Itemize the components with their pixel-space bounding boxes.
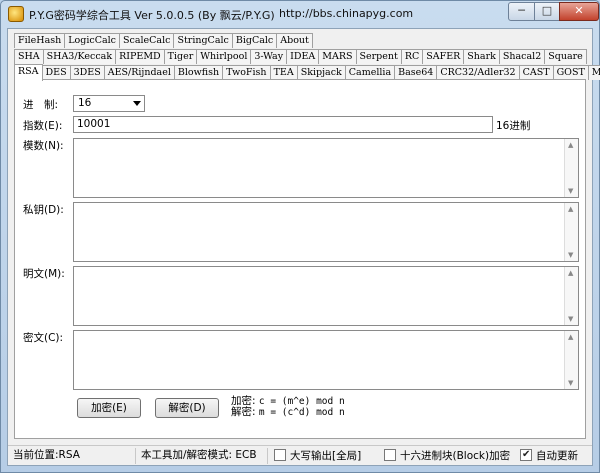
ciphertext-scrollbar[interactable]: ▲ ▼ bbox=[564, 331, 578, 389]
tab-gost[interactable]: GOST bbox=[552, 65, 589, 80]
ciphertext-textarea[interactable]: ▲ ▼ bbox=[73, 330, 579, 390]
ciphertext-label: 密文(C): bbox=[23, 332, 64, 344]
app-window: P.Y.G密码学综合工具 Ver 5.0.0.5 (By 飘云/P.Y.G) h… bbox=[0, 0, 600, 473]
tab-twofish[interactable]: TwoFish bbox=[222, 65, 271, 80]
radix-select[interactable]: 16 bbox=[73, 95, 145, 112]
tab-filehash[interactable]: FileHash bbox=[14, 33, 66, 48]
uppercase-checkbox[interactable]: 大写输出[全局] bbox=[274, 449, 361, 463]
tab-scalecalc[interactable]: ScaleCalc bbox=[119, 33, 175, 48]
tab-rsa[interactable]: RSA bbox=[14, 64, 43, 81]
tab-idea[interactable]: IDEA bbox=[286, 49, 320, 64]
tab-ripemd[interactable]: RIPEMD bbox=[115, 49, 165, 64]
exponent-label: 指数(E): bbox=[23, 120, 63, 132]
plaintext-scrollbar[interactable]: ▲ ▼ bbox=[564, 267, 578, 325]
private-key-textarea[interactable]: ▲ ▼ bbox=[73, 202, 579, 262]
tab-serpent[interactable]: Serpent bbox=[355, 49, 402, 64]
rsa-formula: 加密: c = (m^e) mod n 解密: m = (c^d) mod n bbox=[231, 396, 345, 419]
tab-cast[interactable]: CAST bbox=[518, 65, 554, 80]
enc-formula: c = (m^e) mod n bbox=[258, 396, 345, 407]
tab-aes-rijndael[interactable]: AES/Rijndael bbox=[103, 65, 175, 80]
radix-label: 进 制: bbox=[23, 99, 59, 111]
minimize-button[interactable]: ─ bbox=[508, 2, 535, 21]
tab-tiger[interactable]: Tiger bbox=[163, 49, 198, 64]
tab-skipjack[interactable]: Skipjack bbox=[296, 65, 346, 80]
modulus-scrollbar[interactable]: ▲ ▼ bbox=[564, 139, 578, 197]
title-bar[interactable]: P.Y.G密码学综合工具 Ver 5.0.0.5 (By 飘云/P.Y.G) h… bbox=[1, 1, 599, 27]
tab-blowfish[interactable]: Blowfish bbox=[173, 65, 224, 80]
modulus-textarea[interactable]: ▲ ▼ bbox=[73, 138, 579, 198]
decrypt-button[interactable]: 解密(D) bbox=[155, 398, 219, 418]
autoupdate-check-box[interactable] bbox=[520, 448, 532, 461]
tab-row-1: FileHash LogicCalc ScaleCalc StringCalc BigC… bbox=[14, 33, 313, 48]
tab-whirlpool[interactable]: Whirlpool bbox=[196, 49, 252, 64]
autoupdate-label: 自动更新 bbox=[536, 450, 578, 462]
status-bar: 当前位置:RSA 本工具加/解密模式: ECB 大写输出[全局] 十六进制块(B… bbox=[8, 445, 592, 465]
tab-base64[interactable]: Base64 bbox=[394, 65, 438, 80]
tab-logiccalc[interactable]: LogicCalc bbox=[64, 33, 120, 48]
client-area: FileHash LogicCalc ScaleCalc StringCalc BigC… bbox=[7, 28, 600, 466]
tab-camellia[interactable]: Camellia bbox=[344, 65, 396, 80]
dec-formula-prefix: 解密: bbox=[231, 406, 256, 418]
exponent-suffix: 16进制 bbox=[496, 120, 531, 132]
hex-block-label: 十六进制块(Block)加密 bbox=[400, 450, 511, 462]
plaintext-textarea[interactable]: ▲ ▼ bbox=[73, 266, 579, 326]
window-title: P.Y.G密码学综合工具 Ver 5.0.0.5 (By 飘云/P.Y.G) bbox=[29, 9, 275, 22]
exponent-input[interactable]: 10001 bbox=[73, 116, 493, 133]
tab-des[interactable]: DES bbox=[41, 65, 71, 80]
dec-formula: m = (c^d) mod n bbox=[258, 407, 345, 418]
tab-3des[interactable]: 3DES bbox=[69, 65, 105, 80]
uppercase-label: 大写输出[全局] bbox=[290, 450, 362, 462]
tab-md[interactable]: MD bbox=[587, 65, 600, 80]
close-button[interactable]: ✕ bbox=[559, 2, 599, 21]
status-mode: 本工具加/解密模式: ECB bbox=[138, 448, 268, 464]
tab-row-3: RSA DES 3DES AES/Rijndael Blowfish TwoFish TEA… bbox=[14, 64, 600, 81]
tab-rc[interactable]: RC bbox=[400, 49, 424, 64]
tab-crc32-adler32[interactable]: CRC32/Adler32 bbox=[436, 65, 520, 80]
private-key-label: 私钥(D): bbox=[23, 204, 64, 216]
tab-row-2: SHA SHA3/Keccak RIPEMD Tiger Whirlpool 3-Way I… bbox=[14, 49, 587, 64]
plaintext-label: 明文(M): bbox=[23, 268, 65, 280]
tab-shark[interactable]: Shark bbox=[463, 49, 500, 64]
tab-stringcalc[interactable]: StringCalc bbox=[173, 33, 233, 48]
tab-mars[interactable]: MARS bbox=[318, 49, 357, 64]
tab-shacal2[interactable]: Shacal2 bbox=[498, 49, 546, 64]
title-url: http://bbs.chinapyg.com bbox=[279, 7, 414, 20]
tab-safer[interactable]: SAFER bbox=[422, 49, 465, 64]
private-key-scrollbar[interactable]: ▲ ▼ bbox=[564, 203, 578, 261]
hex-block-checkbox[interactable]: 十六进制块(Block)加密 bbox=[384, 449, 510, 463]
tab-about[interactable]: About bbox=[276, 33, 313, 48]
tab-sha[interactable]: SHA bbox=[14, 49, 44, 64]
tab-3-way[interactable]: 3-Way bbox=[250, 49, 288, 64]
uppercase-check-box[interactable] bbox=[274, 449, 286, 461]
autoupdate-checkbox[interactable]: 自动更新 bbox=[520, 448, 578, 463]
radix-value: 16 bbox=[78, 97, 92, 109]
status-position: 当前位置:RSA bbox=[10, 448, 136, 464]
tab-tea[interactable]: TEA bbox=[269, 65, 298, 80]
rsa-panel: 进 制: 16 指数(E): 10001 16进制 模数(N): ▲ ▼ 私钥(D… bbox=[14, 79, 586, 439]
tab-bigcalc[interactable]: BigCalc bbox=[231, 33, 278, 48]
modulus-label: 模数(N): bbox=[23, 140, 64, 152]
chevron-down-icon bbox=[133, 101, 141, 106]
tab-square[interactable]: Square bbox=[544, 49, 587, 64]
maximize-button[interactable]: □ bbox=[534, 2, 560, 21]
hex-block-check-box[interactable] bbox=[384, 449, 396, 461]
tab-sha3-keccak[interactable]: SHA3/Keccak bbox=[42, 49, 117, 64]
app-icon bbox=[8, 6, 24, 22]
encrypt-button[interactable]: 加密(E) bbox=[77, 398, 141, 418]
